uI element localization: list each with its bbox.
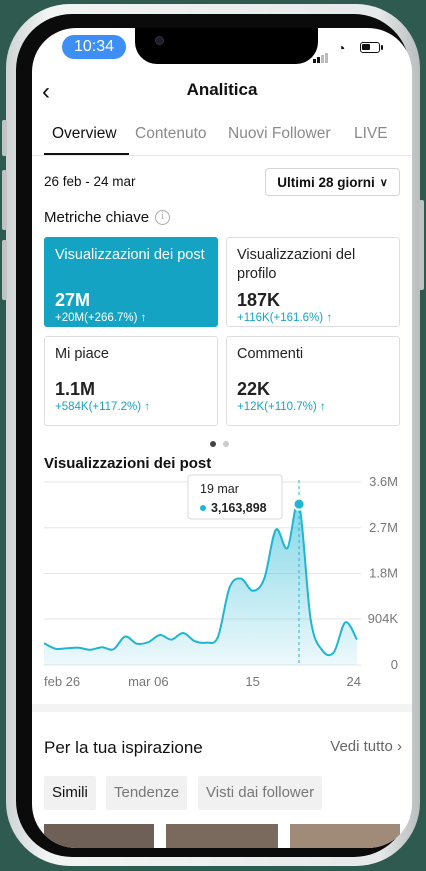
period-select[interactable]: Ultimi 28 giorni ∨: [265, 168, 400, 196]
metric-label: Commenti: [237, 346, 304, 362]
front-camera: [155, 36, 164, 45]
metric-delta: +12K(+110.7%) ↑: [237, 401, 326, 413]
video-thumbnail[interactable]: [44, 824, 154, 848]
selected-point: [292, 497, 306, 511]
page-title: Analitica: [186, 80, 258, 99]
x-tick-label: 24: [347, 674, 361, 689]
tooltip-dot: [200, 505, 206, 511]
status-bar: 10:34 ◔: [32, 28, 412, 68]
battery-tip: [381, 45, 383, 50]
tab-nuovi-follower[interactable]: Nuovi Follower: [228, 125, 331, 143]
y-tick-label: 0: [391, 657, 398, 672]
tooltip-date: 19 mar: [200, 482, 239, 496]
metric-value: 1.1M: [55, 379, 96, 399]
section-divider: [32, 704, 412, 712]
chevron-down-icon: ∨: [379, 176, 388, 189]
video-thumbnail[interactable]: [166, 824, 278, 848]
pager-dot-active: [210, 441, 216, 447]
metric-card-likes[interactable]: Mi piace 1.1M +584K(+117.2%) ↑: [44, 336, 218, 426]
metric-card-comments[interactable]: Commenti 22K +12K(+110.7%) ↑: [226, 336, 400, 426]
info-icon[interactable]: i: [155, 210, 171, 225]
arrow-up-icon: ↑: [144, 401, 151, 413]
chip-visti-dai-follower[interactable]: Visti dai follower: [198, 776, 323, 810]
wifi-icon: ◔: [337, 40, 346, 56]
metric-delta: +116K(+161.6%) ↑: [237, 312, 333, 324]
metric-value: 187K: [237, 290, 281, 310]
active-tab-indicator: [44, 153, 129, 155]
tab-bar: Overview Contenuto Nuovi Follower LIVE: [32, 120, 412, 156]
date-range: 26 feb - 24 mar: [44, 174, 136, 189]
see-all-link[interactable]: Vedi tutto ›: [330, 738, 402, 755]
metric-label: Mi piace: [55, 346, 109, 362]
screen: 10:34 ◔ ‹ Analitica Overview Contenuto N…: [32, 28, 412, 848]
metric-card-post-views[interactable]: Visualizzazioni dei post 27M +20M(+266.7…: [44, 237, 218, 327]
x-tick-label: mar 06: [128, 674, 168, 689]
signal-icon: [313, 45, 329, 63]
tab-overview[interactable]: Overview: [52, 125, 117, 143]
metric-delta: +584K(+117.2%) ↑: [55, 401, 151, 413]
chevron-right-icon: ›: [397, 738, 402, 755]
metric-value: 22K: [237, 379, 271, 399]
metric-card-profile-views[interactable]: Visualizzazioni del profilo 187K +116K(+…: [226, 237, 400, 327]
key-metrics-heading: Metriche chiave i: [44, 209, 171, 226]
video-thumbnails: [32, 824, 412, 848]
power-button: [419, 200, 424, 290]
arrow-up-icon: ↑: [326, 312, 333, 324]
volume-up-button: [2, 170, 7, 230]
post-views-chart[interactable]: 3.6M 2.7M 1.8M 904K 0 feb 26 mar 06 15 24 19 mar 3…: [32, 468, 412, 698]
tab-live[interactable]: LIVE: [354, 125, 388, 143]
x-tick-label: feb 26: [44, 674, 80, 689]
tab-contenuto[interactable]: Contenuto: [135, 125, 207, 143]
metric-delta: +20M(+266.7%) ↑: [55, 312, 147, 324]
y-tick-label: 2.7M: [369, 520, 398, 535]
tooltip-value: 3,163,898: [211, 501, 267, 515]
arrow-up-icon: ↑: [140, 312, 147, 324]
period-select-label: Ultimi 28 giorni: [277, 174, 375, 190]
nav-bar: ‹ Analitica: [32, 72, 412, 108]
x-tick-label: 15: [245, 674, 259, 689]
key-metrics-label: Metriche chiave: [44, 209, 150, 226]
battery-icon: [360, 42, 380, 53]
metric-value: 27M: [55, 290, 91, 310]
y-tick-label: 1.8M: [369, 566, 398, 581]
inspiration-title: Per la tua ispirazione: [44, 738, 203, 757]
status-time: 10:34: [62, 35, 126, 59]
chip-tendenze[interactable]: Tendenze: [106, 776, 188, 810]
metric-label: Visualizzazioni dei post: [55, 247, 205, 263]
silent-switch: [2, 120, 7, 156]
series-area: [44, 502, 357, 665]
y-tick-label: 904K: [368, 611, 399, 626]
chip-simili[interactable]: Simili: [44, 776, 96, 810]
volume-down-button: [2, 240, 7, 300]
dynamic-island: [135, 28, 318, 64]
pager-dot: [223, 441, 229, 447]
video-thumbnail[interactable]: [290, 824, 400, 848]
y-tick-label: 3.6M: [369, 474, 398, 489]
arrow-up-icon: ↑: [319, 401, 326, 413]
metric-label: Visualizzazioni del profilo: [237, 247, 356, 282]
carousel-pager[interactable]: [210, 434, 236, 452]
